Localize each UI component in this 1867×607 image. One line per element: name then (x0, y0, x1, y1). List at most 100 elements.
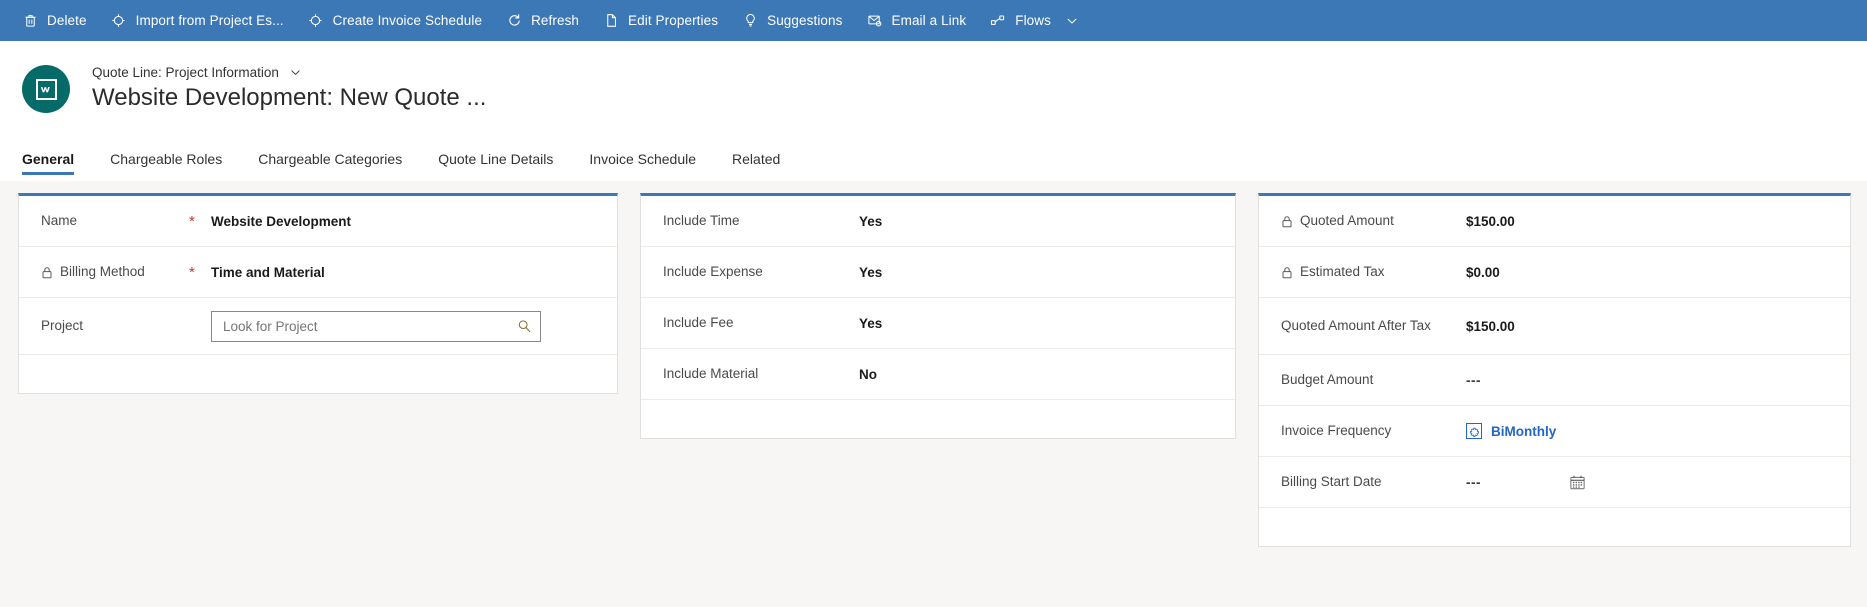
edit-properties-icon (603, 13, 619, 29)
field-row-include-material: Include Material No (641, 349, 1235, 400)
tab-general[interactable]: General (22, 137, 92, 181)
field-row-invoice-frequency: Invoice Frequency BiMonthly (1259, 406, 1850, 457)
field-row-billing-method: Billing Method * Time and Material (19, 247, 617, 298)
field-value-budget-amount[interactable]: --- (1466, 373, 1481, 388)
field-label-billing-method: Billing Method (41, 264, 189, 281)
field-value-include-material[interactable]: No (859, 367, 877, 382)
command-suggestions[interactable]: Suggestions (730, 0, 854, 41)
field-label-estimated-tax-text: Estimated Tax (1300, 263, 1385, 279)
project-lookup[interactable] (211, 310, 541, 342)
command-edit-properties[interactable]: Edit Properties (591, 0, 730, 41)
field-label-estimated-tax: Estimated Tax (1281, 264, 1466, 281)
form-section-general-right: Quoted Amount $150.00 Estimated Tax $0.0… (1258, 193, 1851, 547)
project-lookup-input[interactable] (221, 317, 510, 335)
record-subtitle: Quote Line: Project Information (92, 65, 279, 81)
field-value-quoted-amount-after-tax: $150.00 (1466, 318, 1515, 334)
command-import-label: Import from Project Es... (135, 13, 284, 28)
chevron-down-icon[interactable] (289, 66, 302, 79)
flows-icon (990, 13, 1006, 29)
field-row-name: Name * Website Development (19, 196, 617, 247)
tab-general-label: General (22, 151, 75, 167)
tab-quote-line-details-label: Quote Line Details (438, 151, 554, 167)
page-title: Website Development: New Quote ... (92, 84, 487, 112)
command-flows[interactable]: Flows (978, 0, 1091, 41)
quote-line-entity-icon (35, 78, 57, 100)
command-delete[interactable]: Delete (10, 0, 99, 41)
tab-chargeable-categories-label: Chargeable Categories (258, 151, 403, 167)
field-value-invoice-frequency[interactable]: BiMonthly (1466, 423, 1556, 439)
command-bar: Delete Import from Project Es... Create … (0, 0, 1867, 41)
tab-chargeable-categories[interactable]: Chargeable Categories (240, 137, 420, 181)
calendar-icon[interactable] (1569, 474, 1586, 491)
import-icon (111, 13, 127, 29)
field-row-estimated-tax: Estimated Tax $0.00 (1259, 247, 1850, 298)
field-row-include-expense: Include Expense Yes (641, 247, 1235, 298)
field-label-quoted-amount-after-tax: Quoted Amount After Tax (1281, 318, 1431, 334)
field-label-quoted-amount-text: Quoted Amount (1300, 212, 1394, 228)
record-subtitle-row: Quote Line: Project Information (92, 65, 486, 80)
search-icon[interactable] (517, 319, 532, 334)
refresh-icon (506, 13, 522, 29)
field-label-billing-method-text: Billing Method (60, 263, 145, 279)
tab-quote-line-details[interactable]: Quote Line Details (420, 137, 571, 181)
form-section-middle-spacer (641, 400, 1235, 438)
command-refresh-label: Refresh (531, 13, 580, 28)
tab-chargeable-roles-label: Chargeable Roles (110, 151, 223, 167)
field-row-quoted-amount: Quoted Amount $150.00 (1259, 196, 1850, 247)
email-link-icon (867, 13, 883, 29)
field-value-billing-method[interactable]: Time and Material (211, 265, 325, 280)
create-schedule-icon (308, 13, 324, 29)
chevron-down-icon[interactable] (1065, 14, 1079, 28)
field-row-billing-start-date: Billing Start Date --- (1259, 457, 1850, 508)
command-create-invoice-schedule-label: Create Invoice Schedule (332, 13, 483, 28)
command-email-a-link-label: Email a Link (891, 13, 967, 28)
command-edit-properties-label: Edit Properties (628, 13, 719, 28)
field-value-include-time[interactable]: Yes (859, 214, 882, 229)
command-delete-label: Delete (47, 13, 87, 28)
form-section-general-middle: Include Time Yes Include Expense Yes Inc… (640, 193, 1236, 439)
field-value-invoice-frequency-text: BiMonthly (1491, 423, 1557, 439)
field-row-quoted-amount-after-tax: Quoted Amount After Tax $150.00 (1259, 298, 1850, 355)
field-value-include-fee[interactable]: Yes (859, 316, 882, 331)
tab-chargeable-roles[interactable]: Chargeable Roles (92, 137, 240, 181)
record-header: Quote Line: Project Information Website … (0, 41, 1867, 137)
field-label-name: Name (41, 212, 78, 228)
lightbulb-icon (742, 13, 758, 29)
form-section-left-spacer (19, 355, 617, 393)
command-create-invoice-schedule[interactable]: Create Invoice Schedule (296, 0, 494, 41)
field-label-quoted-amount: Quoted Amount (1281, 213, 1466, 230)
tab-invoice-schedule[interactable]: Invoice Schedule (571, 137, 714, 181)
field-row-include-fee: Include Fee Yes (641, 298, 1235, 349)
field-value-quoted-amount: $150.00 (1466, 213, 1515, 229)
tab-strip: General Chargeable Roles Chargeable Cate… (0, 137, 1867, 181)
form-canvas: Name * Website Development Billing Metho… (0, 181, 1867, 607)
tab-invoice-schedule-label: Invoice Schedule (589, 151, 697, 167)
field-row-include-time: Include Time Yes (641, 196, 1235, 247)
field-label-include-time: Include Time (663, 212, 740, 228)
lock-icon (1281, 215, 1293, 228)
field-label-include-fee: Include Fee (663, 314, 734, 330)
record-header-text: Quote Line: Project Information Website … (92, 65, 486, 113)
command-email-a-link[interactable]: Email a Link (855, 0, 979, 41)
field-row-project: Project (19, 298, 617, 355)
avatar (22, 65, 70, 113)
field-value-billing-start-date[interactable]: --- (1466, 475, 1481, 490)
tab-related[interactable]: Related (714, 137, 798, 181)
required-indicator-name: * (189, 212, 195, 230)
field-value-name[interactable]: Website Development (211, 214, 351, 229)
field-label-budget-amount: Budget Amount (1281, 371, 1374, 387)
tab-related-label: Related (732, 151, 781, 167)
field-row-budget-amount: Budget Amount --- (1259, 355, 1850, 406)
field-label-project: Project (41, 317, 84, 333)
command-refresh[interactable]: Refresh (494, 0, 591, 41)
trash-icon (22, 13, 38, 29)
field-label-include-expense: Include Expense (663, 263, 763, 279)
command-import-from-project-estimate[interactable]: Import from Project Es... (99, 0, 296, 41)
field-label-billing-start-date: Billing Start Date (1281, 473, 1382, 489)
lock-icon (1281, 266, 1293, 279)
form-section-right-spacer (1259, 508, 1850, 546)
field-value-include-expense[interactable]: Yes (859, 265, 882, 280)
command-flows-label: Flows (1015, 13, 1051, 28)
form-section-general-left: Name * Website Development Billing Metho… (18, 193, 618, 394)
field-value-estimated-tax: $0.00 (1466, 264, 1500, 280)
